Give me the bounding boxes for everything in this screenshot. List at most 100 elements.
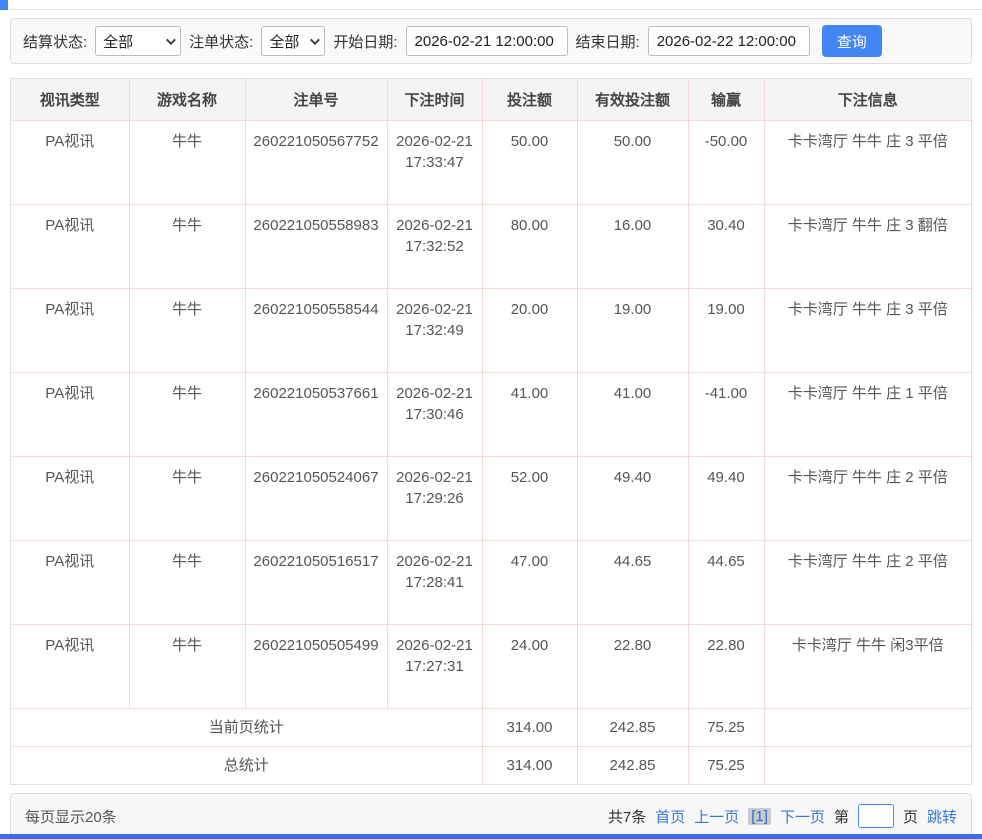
cell-bet-time: 2026-02-21 17:27:31 (387, 625, 482, 709)
end-date-label: 结束日期: (576, 31, 640, 52)
summary-bet-info (764, 747, 971, 785)
cell-video-type: PA视讯 (11, 457, 129, 541)
query-button[interactable]: 查询 (822, 25, 882, 57)
top-accent-mark (0, 0, 8, 10)
cell-valid-amount: 41.00 (577, 373, 688, 457)
first-page-link[interactable]: 首页 (655, 806, 685, 827)
summary-label: 当前页统计 (11, 709, 482, 747)
cell-bet-amount: 47.00 (482, 541, 577, 625)
cell-bet-time: 2026-02-21 17:32:49 (387, 289, 482, 373)
cell-video-type: PA视讯 (11, 625, 129, 709)
goto-prefix-label: 第 (834, 806, 849, 827)
cell-bet-time: 2026-02-21 17:33:47 (387, 121, 482, 205)
cell-video-type: PA视讯 (11, 541, 129, 625)
settlement-status-value: 全部 (103, 31, 133, 52)
bet-time-clock: 17:33:47 (392, 152, 478, 173)
chevron-down-icon (166, 35, 176, 45)
cell-winloss: -50.00 (688, 121, 764, 205)
cell-winloss: -41.00 (688, 373, 764, 457)
bet-time-clock: 17:28:41 (392, 572, 478, 593)
page-number-input[interactable] (858, 804, 894, 828)
summary-bet-amount: 314.00 (482, 747, 577, 785)
next-page-link[interactable]: 下一页 (780, 806, 825, 827)
table-body: PA视讯 牛牛 260221050567752 2026-02-21 17:33… (11, 121, 971, 785)
cell-game-name: 牛牛 (129, 121, 245, 205)
cell-video-type: PA视讯 (11, 121, 129, 205)
order-status-label: 注单状态: (189, 31, 253, 52)
cell-bet-amount: 20.00 (482, 289, 577, 373)
bet-time-date: 2026-02-21 (392, 131, 478, 152)
table-row: PA视讯 牛牛 260221050505499 2026-02-21 17:27… (11, 625, 971, 709)
order-status-select[interactable]: 全部 (261, 26, 325, 56)
bet-records-table: 视讯类型 游戏名称 注单号 下注时间 投注额 有效投注额 输赢 下注信息 PA视… (11, 79, 971, 784)
cell-game-name: 牛牛 (129, 457, 245, 541)
header-bet-time: 下注时间 (387, 79, 482, 121)
cell-valid-amount: 49.40 (577, 457, 688, 541)
prev-page-link[interactable]: 上一页 (694, 806, 739, 827)
cell-winloss: 22.80 (688, 625, 764, 709)
cell-order-no: 260221050516517 (245, 541, 387, 625)
settlement-status-select[interactable]: 全部 (95, 26, 181, 56)
start-date-label: 开始日期: (333, 31, 397, 52)
cell-game-name: 牛牛 (129, 205, 245, 289)
cell-bet-info: 卡卡湾厅 牛牛 庄 1 平倍 (764, 373, 971, 457)
cell-bet-info: 卡卡湾厅 牛牛 闲3平倍 (764, 625, 971, 709)
summary-bet-info (764, 709, 971, 747)
goto-page-link[interactable]: 跳转 (927, 806, 957, 827)
cell-order-no: 260221050505499 (245, 625, 387, 709)
page-content: 结算状态: 全部 注单状态: 全部 开始日期: 结束日期: 查询 视讯类型 游戏… (0, 10, 982, 839)
bottom-edge-strip (0, 834, 982, 839)
summary-valid-amount: 242.85 (577, 747, 688, 785)
end-date-input[interactable] (648, 26, 810, 56)
cell-video-type: PA视讯 (11, 205, 129, 289)
cell-valid-amount: 22.80 (577, 625, 688, 709)
header-game-name: 游戏名称 (129, 79, 245, 121)
cell-order-no: 260221050558544 (245, 289, 387, 373)
table-row: PA视讯 牛牛 260221050516517 2026-02-21 17:28… (11, 541, 971, 625)
bet-time-clock: 17:32:49 (392, 320, 478, 341)
cell-bet-time: 2026-02-21 17:29:26 (387, 457, 482, 541)
cell-bet-info: 卡卡湾厅 牛牛 庄 3 平倍 (764, 121, 971, 205)
cell-bet-time: 2026-02-21 17:32:52 (387, 205, 482, 289)
chevron-down-icon (310, 35, 320, 45)
cell-valid-amount: 44.65 (577, 541, 688, 625)
bet-time-clock: 17:32:52 (392, 236, 478, 257)
cell-winloss: 44.65 (688, 541, 764, 625)
header-video-type: 视讯类型 (11, 79, 129, 121)
summary-row: 总统计 314.00 242.85 75.25 (11, 747, 971, 785)
current-page-indicator: [1] (748, 808, 771, 825)
table-header-row: 视讯类型 游戏名称 注单号 下注时间 投注额 有效投注额 输赢 下注信息 (11, 79, 971, 121)
cell-game-name: 牛牛 (129, 541, 245, 625)
filter-bar: 结算状态: 全部 注单状态: 全部 开始日期: 结束日期: 查询 (10, 18, 972, 64)
summary-winloss: 75.25 (688, 747, 764, 785)
cell-valid-amount: 19.00 (577, 289, 688, 373)
cell-winloss: 19.00 (688, 289, 764, 373)
cell-bet-time: 2026-02-21 17:30:46 (387, 373, 482, 457)
bet-time-date: 2026-02-21 (392, 215, 478, 236)
cell-valid-amount: 50.00 (577, 121, 688, 205)
cell-bet-info: 卡卡湾厅 牛牛 庄 3 翻倍 (764, 205, 971, 289)
start-date-input[interactable] (406, 26, 568, 56)
table-row: PA视讯 牛牛 260221050537661 2026-02-21 17:30… (11, 373, 971, 457)
cell-order-no: 260221050524067 (245, 457, 387, 541)
cell-order-no: 260221050537661 (245, 373, 387, 457)
cell-bet-amount: 24.00 (482, 625, 577, 709)
cell-bet-time: 2026-02-21 17:28:41 (387, 541, 482, 625)
bet-time-date: 2026-02-21 (392, 467, 478, 488)
table-row: PA视讯 牛牛 260221050558544 2026-02-21 17:32… (11, 289, 971, 373)
page-size-text: 每页显示20条 (25, 806, 117, 827)
cell-winloss: 30.40 (688, 205, 764, 289)
cell-bet-info: 卡卡湾厅 牛牛 庄 3 平倍 (764, 289, 971, 373)
bet-time-date: 2026-02-21 (392, 383, 478, 404)
cell-video-type: PA视讯 (11, 373, 129, 457)
bet-time-date: 2026-02-21 (392, 635, 478, 656)
cell-video-type: PA视讯 (11, 289, 129, 373)
footer-bar: 每页显示20条 共7条 首页 上一页 [1] 下一页 第 页 跳转 (10, 793, 972, 839)
header-winloss: 输赢 (688, 79, 764, 121)
cell-game-name: 牛牛 (129, 373, 245, 457)
goto-suffix-label: 页 (903, 806, 918, 827)
header-bet-info: 下注信息 (764, 79, 971, 121)
cell-bet-amount: 50.00 (482, 121, 577, 205)
cell-valid-amount: 16.00 (577, 205, 688, 289)
summary-label: 总统计 (11, 747, 482, 785)
